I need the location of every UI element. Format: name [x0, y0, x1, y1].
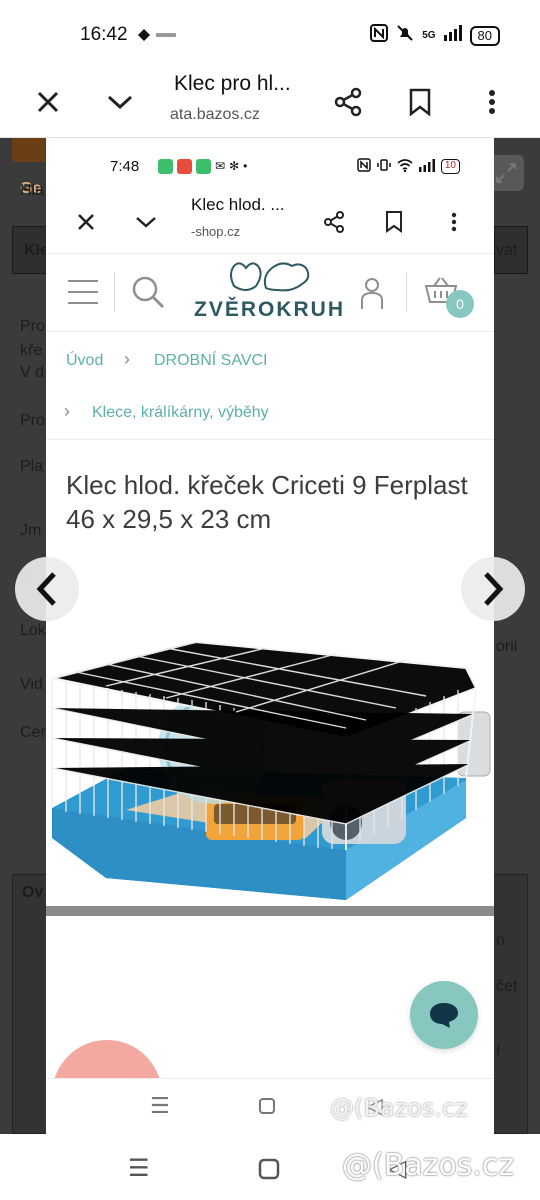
breadcrumb-home: Úvod — [66, 352, 104, 369]
background-orange-tab — [12, 138, 48, 162]
cart-count-badge: 0 — [446, 290, 474, 318]
more-options-icon[interactable] — [470, 80, 514, 124]
status-time: 16:42 — [80, 24, 128, 45]
home-icon — [258, 1095, 276, 1121]
wifi-icon — [397, 158, 413, 175]
signal-icon — [418, 158, 435, 175]
chevron-right-icon: › — [64, 401, 70, 421]
network-type-label: 5G — [422, 30, 436, 41]
mail-icon: ✉ — [215, 159, 226, 173]
home-button[interactable] — [258, 1158, 280, 1187]
shop-logo: ZVĚROKRUH — [194, 298, 346, 321]
close-icon — [68, 204, 104, 240]
product-title: Klec hlod. křeček Criceti 9 Ferplast 46 … — [66, 470, 468, 534]
chevron-right-icon: › — [124, 349, 130, 369]
status-icons: 5G 80 — [370, 24, 500, 47]
close-icon[interactable] — [26, 80, 70, 124]
inner-status-bar: 7:48 ✉ ✻ • 10 — [46, 138, 494, 194]
chat-button — [410, 981, 478, 1049]
nfc-icon — [357, 158, 371, 175]
fan-icon: ✻ — [229, 159, 240, 173]
inner-status-icons: 10 — [357, 158, 460, 175]
product-image — [46, 628, 494, 908]
share-icon — [316, 204, 352, 240]
recents-icon: ☰ — [150, 1093, 170, 1118]
image-divider — [46, 906, 494, 916]
bookmark-icon[interactable] — [398, 80, 442, 124]
sos-icon — [177, 159, 192, 174]
nfc-icon — [370, 24, 389, 47]
page-title: Klec pro hl... — [174, 72, 291, 95]
shop-header: ZVĚROKRUH 0 — [46, 254, 494, 332]
user-icon — [358, 276, 386, 315]
status-bar: 16:42 5G 80 — [0, 0, 540, 68]
app-icon — [158, 159, 173, 174]
share-icon[interactable] — [326, 80, 370, 124]
battery-indicator: 80 — [469, 25, 500, 46]
bookmark-icon — [376, 204, 412, 240]
dot-icon: • — [243, 159, 248, 173]
watermark: @(Bazos.cz — [330, 1094, 468, 1122]
search-icon — [130, 274, 166, 315]
inner-notification-icons: ✉ ✻ • — [158, 159, 247, 174]
inner-browser-toolbar: Klec hlod. ... -shop.cz — [46, 194, 494, 254]
watermark-bottom: @(Bazos.cz — [342, 1148, 515, 1183]
signal-icon — [443, 25, 462, 46]
logo-icon — [226, 256, 316, 301]
breadcrumb-subcategory: Klece, králíkárny, výběhy — [92, 404, 269, 421]
breadcrumb-category: DROBNÍ SAVCI — [154, 352, 268, 369]
mute-bell-icon — [396, 24, 414, 47]
viewed-image: 7:48 ✉ ✻ • 10 Klec hlod. ... -shop.cz ZV… — [46, 138, 494, 1134]
menu-icon — [68, 280, 98, 304]
app-icon — [196, 159, 211, 174]
chevron-down-icon[interactable] — [98, 80, 142, 124]
recents-button[interactable]: ☰ — [128, 1154, 150, 1183]
inner-page-url: -shop.cz — [191, 224, 241, 239]
notification-icons — [136, 26, 180, 48]
more-options-icon — [436, 204, 472, 240]
inner-page-title: Klec hlod. ... — [191, 195, 285, 214]
page-url[interactable]: ata.bazos.cz — [170, 106, 260, 124]
breadcrumb: Úvod › DROBNÍ SAVCI › Klece, králíkárny,… — [46, 332, 494, 440]
inner-battery: 10 — [440, 159, 460, 174]
next-image-button[interactable] — [461, 557, 525, 621]
browser-toolbar: Klec pro hl... ata.bazos.cz — [0, 68, 540, 138]
previous-image-button[interactable] — [15, 557, 79, 621]
inner-status-time: 7:48 — [110, 158, 140, 175]
chevron-down-icon — [128, 204, 164, 240]
vibrate-icon — [377, 158, 391, 175]
